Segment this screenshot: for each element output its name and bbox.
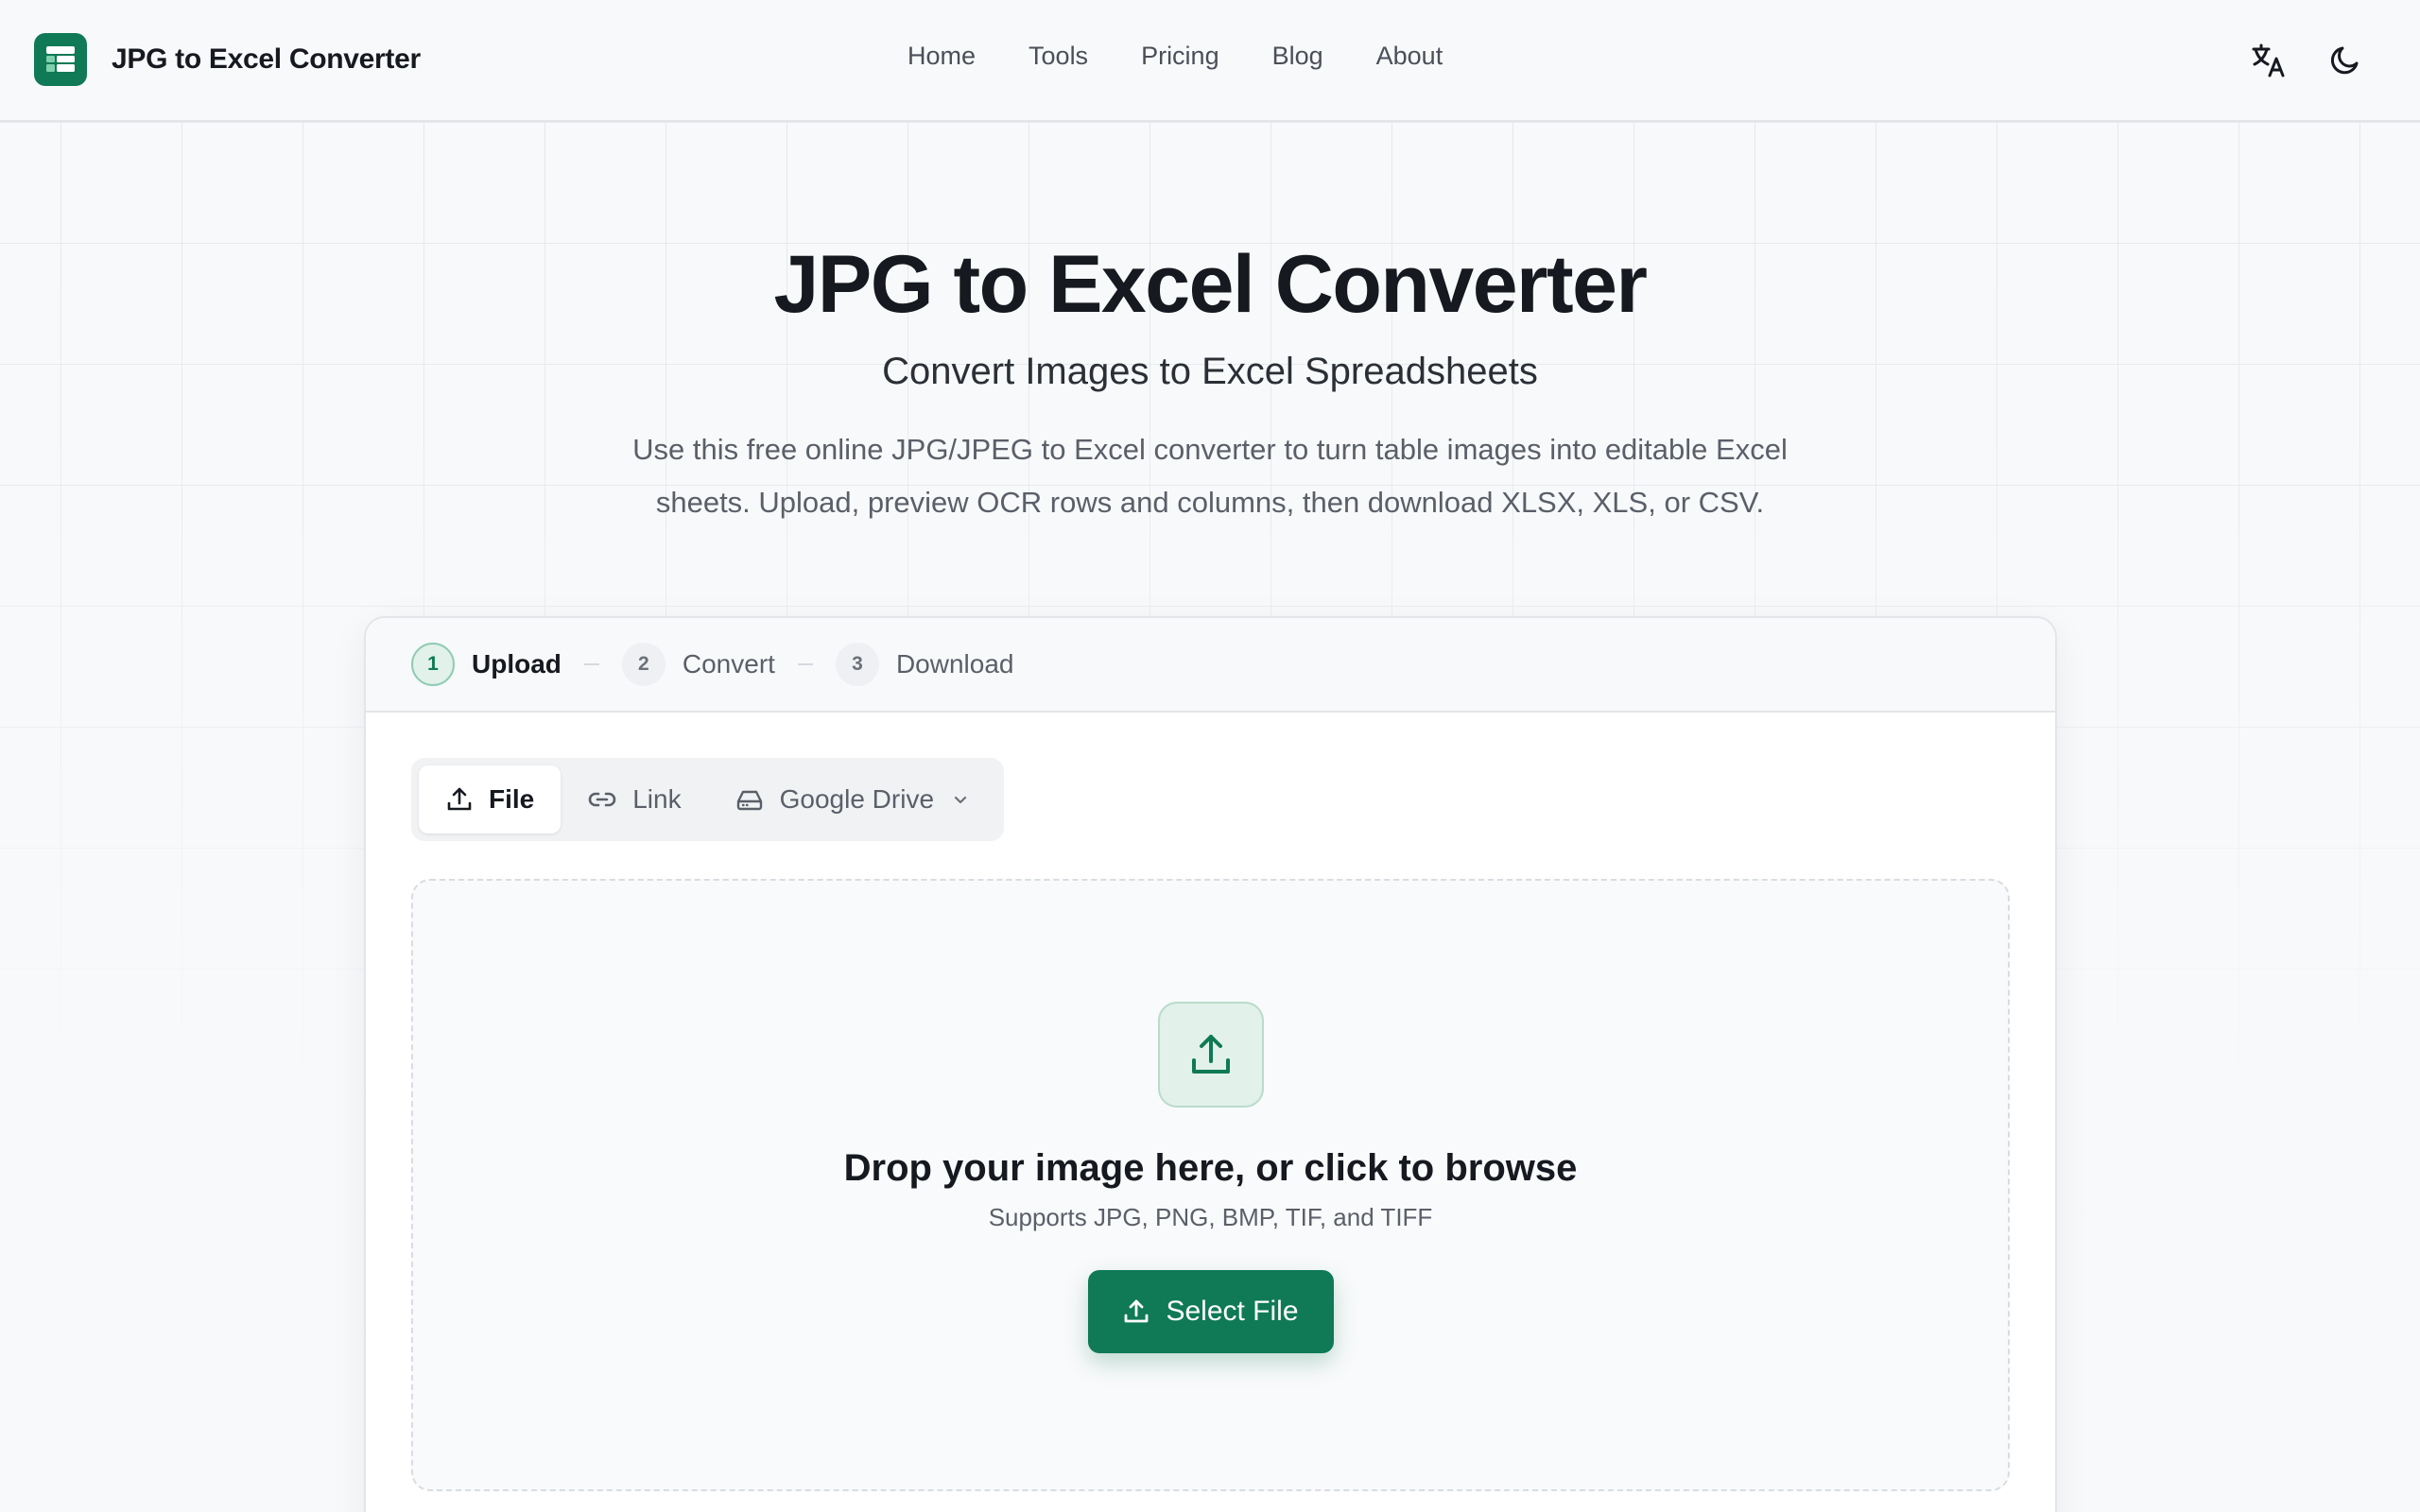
step-number: 2 xyxy=(621,643,666,686)
step-number: 3 xyxy=(835,643,879,686)
spreadsheet-icon xyxy=(34,33,87,86)
step-separator xyxy=(797,663,813,665)
nav-about[interactable]: About xyxy=(1376,42,1443,71)
drive-icon xyxy=(735,785,765,814)
main-nav: Home Tools Pricing Blog About xyxy=(908,42,1495,71)
tab-label: Link xyxy=(632,784,682,814)
nav-tools[interactable]: Tools xyxy=(1028,42,1088,71)
select-file-button[interactable]: Select File xyxy=(1087,1270,1334,1353)
page-title: JPG to Excel Converter xyxy=(773,239,1648,330)
tab-label: File xyxy=(489,784,535,814)
brand[interactable]: JPG to Excel Converter xyxy=(34,33,421,86)
dark-mode-moon-icon[interactable] xyxy=(2322,38,2367,83)
step-upload: 1 Upload xyxy=(411,643,562,686)
link-icon xyxy=(587,785,617,814)
top-header: JPG to Excel Converter Home Tools Pricin… xyxy=(0,0,2420,122)
tab-file[interactable]: File xyxy=(419,765,562,833)
select-file-label: Select File xyxy=(1166,1296,1299,1327)
step-separator xyxy=(583,663,599,665)
chevron-down-icon xyxy=(951,790,970,809)
nav-blog[interactable]: Blog xyxy=(1272,42,1323,71)
dropzone-title: Drop your image here, or click to browse xyxy=(843,1147,1578,1189)
step-label: Download xyxy=(895,649,1014,679)
nav-pricing[interactable]: Pricing xyxy=(1141,42,1219,71)
tab-link[interactable]: Link xyxy=(561,765,707,833)
nav-home[interactable]: Home xyxy=(908,42,976,71)
source-tabs: File Link Google Drive xyxy=(411,758,1005,841)
tab-label: Google Drive xyxy=(779,784,935,814)
converter-card: 1 Upload 2 Convert 3 Download File Link … xyxy=(364,616,2057,1512)
header-actions xyxy=(2216,38,2367,83)
file-dropzone[interactable]: Drop your image here, or click to browse… xyxy=(411,879,2010,1491)
step-number: 1 xyxy=(411,643,455,686)
hero: JPG to Excel Converter Convert Images to… xyxy=(0,238,2420,529)
brand-name: JPG to Excel Converter xyxy=(112,43,421,75)
tab-google-drive[interactable]: Google Drive xyxy=(708,765,996,833)
dropzone-hint: Supports JPG, PNG, BMP, TIF, and TIFF xyxy=(988,1203,1433,1231)
step-convert: 2 Convert xyxy=(621,643,775,686)
upload-icon xyxy=(445,785,474,814)
upload-icon xyxy=(1122,1297,1150,1326)
translate-icon[interactable] xyxy=(2246,38,2291,83)
step-label: Upload xyxy=(472,649,562,679)
step-indicator: 1 Upload 2 Convert 3 Download xyxy=(366,618,2055,713)
step-label: Convert xyxy=(682,649,775,679)
page-subtitle: Convert Images to Excel Spreadsheets xyxy=(882,350,1538,392)
upload-icon xyxy=(1157,1002,1264,1108)
page-description: Use this free online JPG/JPEG to Excel c… xyxy=(632,432,1788,519)
step-download: 3 Download xyxy=(835,643,1014,686)
